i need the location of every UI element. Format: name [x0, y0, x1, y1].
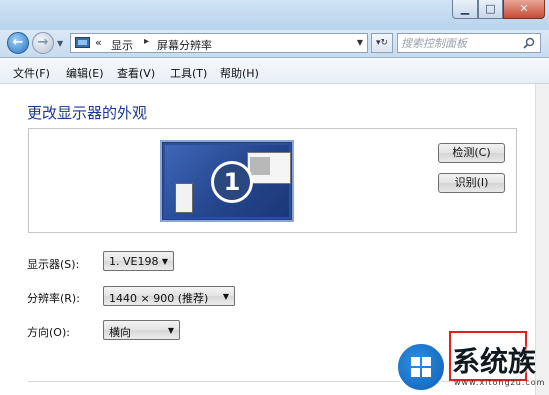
monitor-screen: 1	[165, 145, 291, 217]
display-select-value: 1. VE198	[109, 255, 159, 268]
monitor-number-badge: 1	[211, 161, 253, 203]
address-bar[interactable]: « 显示 ▸ 屏幕分辨率 ▼	[70, 33, 368, 53]
resolution-select[interactable]: 1440 × 900 (推荐) ▼	[103, 286, 235, 306]
search-icon[interactable]	[523, 37, 535, 49]
menu-help[interactable]: 帮助(H)	[220, 65, 259, 81]
breadcrumb-overflow[interactable]: «	[95, 36, 102, 49]
chevron-down-icon: ▼	[222, 292, 229, 301]
site-watermark: 系统族 www.xitongzu.com	[396, 338, 549, 395]
maximize-button[interactable]: □	[478, 0, 503, 19]
address-dropdown-icon[interactable]: ▼	[357, 38, 363, 47]
search-box[interactable]	[397, 33, 541, 53]
identify-button[interactable]: 识别(I)	[438, 173, 505, 193]
resolution-select-value: 1440 × 900 (推荐)	[109, 292, 209, 305]
breadcrumb-separator-icon[interactable]: ▸	[144, 36, 149, 47]
window-title-bar: ▁ □ ✕	[0, 0, 549, 31]
menu-view[interactable]: 查看(V)	[117, 65, 155, 81]
close-icon: ✕	[519, 2, 529, 15]
chevron-down-icon: ▼	[161, 257, 168, 266]
display-label: 显示器(S):	[27, 258, 80, 271]
orientation-select-value: 横向	[109, 326, 131, 339]
minimize-button[interactable]: ▁	[452, 0, 478, 19]
forward-button[interactable]: →	[32, 32, 54, 54]
window-thumbnail-icon	[175, 183, 193, 213]
watermark-url: www.xitongzu.com	[454, 378, 546, 387]
watermark-brand: 系统族	[452, 345, 537, 378]
menu-tools[interactable]: 工具(T)	[170, 65, 207, 81]
detect-button[interactable]: 检测(C)	[438, 143, 505, 163]
control-panel-icon	[75, 37, 90, 48]
forward-arrow-icon: →	[37, 35, 49, 50]
window-thumbnail-icon	[247, 152, 291, 184]
monitor-preview[interactable]: 1	[160, 140, 294, 222]
orientation-label: 方向(O):	[27, 326, 70, 339]
refresh-icon: ▾↻	[375, 38, 389, 48]
minimize-icon: ▁	[460, 2, 470, 15]
menu-file[interactable]: 文件(F)	[13, 65, 50, 81]
navigation-bar: ← → ▼ « 显示 ▸ 屏幕分辨率 ▼ ▾↻	[0, 30, 549, 58]
display-select[interactable]: 1. VE198 ▼	[103, 251, 174, 271]
close-button[interactable]: ✕	[503, 0, 545, 19]
maximize-icon: □	[485, 2, 496, 15]
back-button[interactable]: ←	[7, 32, 29, 54]
menu-edit[interactable]: 编辑(E)	[66, 65, 104, 81]
orientation-select[interactable]: 横向 ▼	[103, 320, 180, 340]
search-input[interactable]	[401, 35, 521, 51]
back-arrow-icon: ←	[12, 35, 24, 50]
breadcrumb-screen-resolution[interactable]: 屏幕分辨率	[157, 37, 212, 53]
page-title: 更改显示器的外观	[27, 104, 148, 122]
chevron-down-icon: ▼	[167, 326, 174, 335]
resolution-label: 分辨率(R):	[27, 292, 80, 305]
recent-pages-dropdown-icon[interactable]: ▼	[57, 39, 63, 48]
windows-logo-icon	[396, 342, 446, 392]
breadcrumb-display[interactable]: 显示	[111, 37, 133, 53]
refresh-button[interactable]: ▾↻	[371, 33, 393, 53]
menu-bar: 文件(F) 编辑(E) 查看(V) 工具(T) 帮助(H)	[0, 58, 549, 84]
